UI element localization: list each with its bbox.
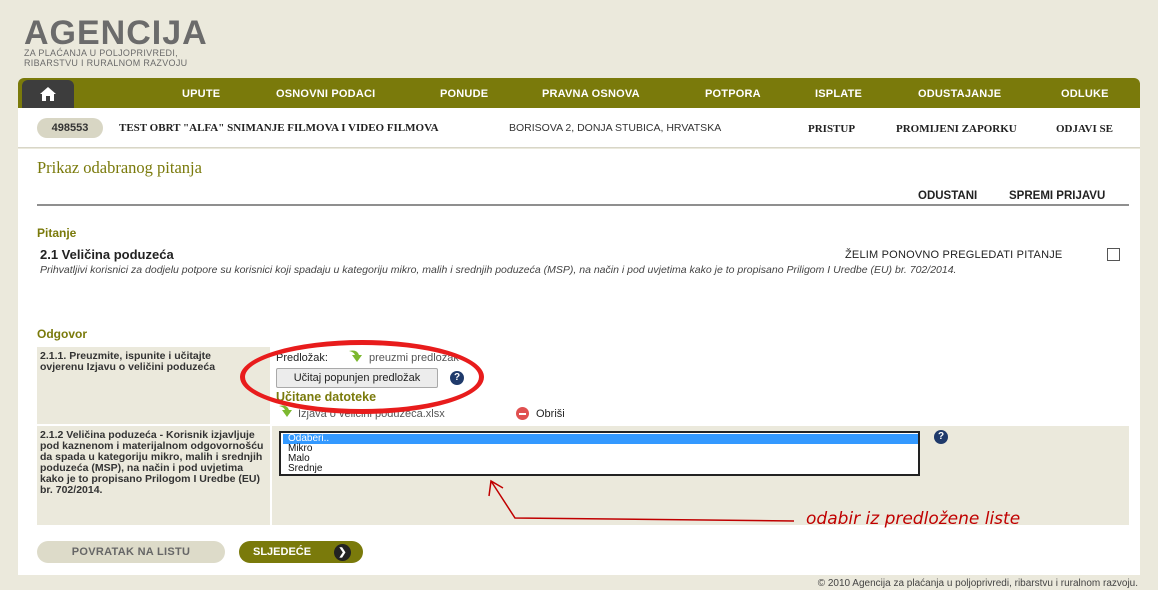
annotation-text: odabir iz predložene liste <box>806 509 1021 529</box>
delete-file-link[interactable]: Obriši <box>536 408 565 420</box>
back-to-list-button[interactable]: POVRATAK NA LISTU <box>37 541 225 563</box>
select-option[interactable]: Malo <box>283 454 918 464</box>
question-description: Prihvatljivi korisnici za dodjelu potpor… <box>40 264 957 276</box>
help-icon[interactable]: ? <box>934 430 948 444</box>
review-question-label: ŽELIM PONOVNO PREGLEDATI PITANJE <box>845 249 1063 261</box>
answer-section-heading: Odgovor <box>37 327 87 341</box>
agency-logo[interactable]: AGENCIJA ZA PLAĆANJA U POLJOPRIVREDI, RI… <box>24 14 208 68</box>
question-title: 2.1 Veličina poduzeća <box>40 247 174 262</box>
nav-osnovni-podaci[interactable]: OSNOVNI PODACI <box>276 88 375 100</box>
home-icon <box>40 87 56 101</box>
review-question-checkbox[interactable] <box>1107 248 1120 261</box>
question-section-heading: Pitanje <box>37 226 77 240</box>
cancel-link[interactable]: ODUSTANI <box>918 190 977 202</box>
page-title: Prikaz odabranog pitanja <box>37 158 202 177</box>
link-odjavi-se[interactable]: ODJAVI SE <box>1056 123 1113 135</box>
highlight-ellipse <box>240 340 484 414</box>
answer-row1-label: 2.1.1. Preuzmite, ispunite i učitajte ov… <box>40 350 216 373</box>
logo-subtitle-line2: RIBARSTVU I RURALNOM RAZVOJU <box>24 58 188 68</box>
select-option[interactable]: Mikro <box>283 444 918 454</box>
nav-odluke[interactable]: ODLUKE <box>1061 88 1109 100</box>
answer-row-divider <box>37 424 1129 426</box>
nav-upute[interactable]: UPUTE <box>182 88 220 100</box>
user-address: BORISOVA 2, DONJA STUBICA, HRVATSKA <box>509 122 722 134</box>
next-arrow-icon: ❯ <box>334 544 351 561</box>
nav-pravna-osnova[interactable]: PRAVNA OSNOVA <box>542 88 640 100</box>
user-id-badge: 498553 <box>37 118 103 138</box>
nav-isplate[interactable]: ISPLATE <box>815 88 862 100</box>
footer-copyright: © 2010 Agencija za plaćanja u poljoprivr… <box>817 578 1138 589</box>
answer-row2-label: 2.1.2 Veličina poduzeća - Korisnik izjav… <box>40 429 264 496</box>
link-promijeni-zaporku[interactable]: PROMIJENI ZAPORKU <box>896 123 1017 135</box>
logo-title: AGENCIJA <box>24 14 208 52</box>
nav-odustajanje[interactable]: ODUSTAJANJE <box>918 88 1001 100</box>
save-application-link[interactable]: SPREMI PRIJAVU <box>1009 190 1105 202</box>
next-button-label: SLJEDEĆE <box>253 546 312 558</box>
nav-potpora[interactable]: POTPORA <box>705 88 761 100</box>
home-tab[interactable] <box>22 80 74 108</box>
link-pristup[interactable]: PRISTUP <box>808 123 855 135</box>
user-name: TEST OBRT "ALFA" SNIMANJE FILMOVA I VIDE… <box>119 122 439 134</box>
select-option[interactable]: Odaberi.. <box>283 434 918 444</box>
select-option[interactable]: Srednje <box>283 464 918 474</box>
company-size-select[interactable]: Odaberi.. Mikro Malo Srednje <box>279 431 920 476</box>
delete-icon[interactable] <box>516 407 529 420</box>
nav-ponude[interactable]: PONUDE <box>440 88 488 100</box>
title-divider <box>37 204 1129 206</box>
